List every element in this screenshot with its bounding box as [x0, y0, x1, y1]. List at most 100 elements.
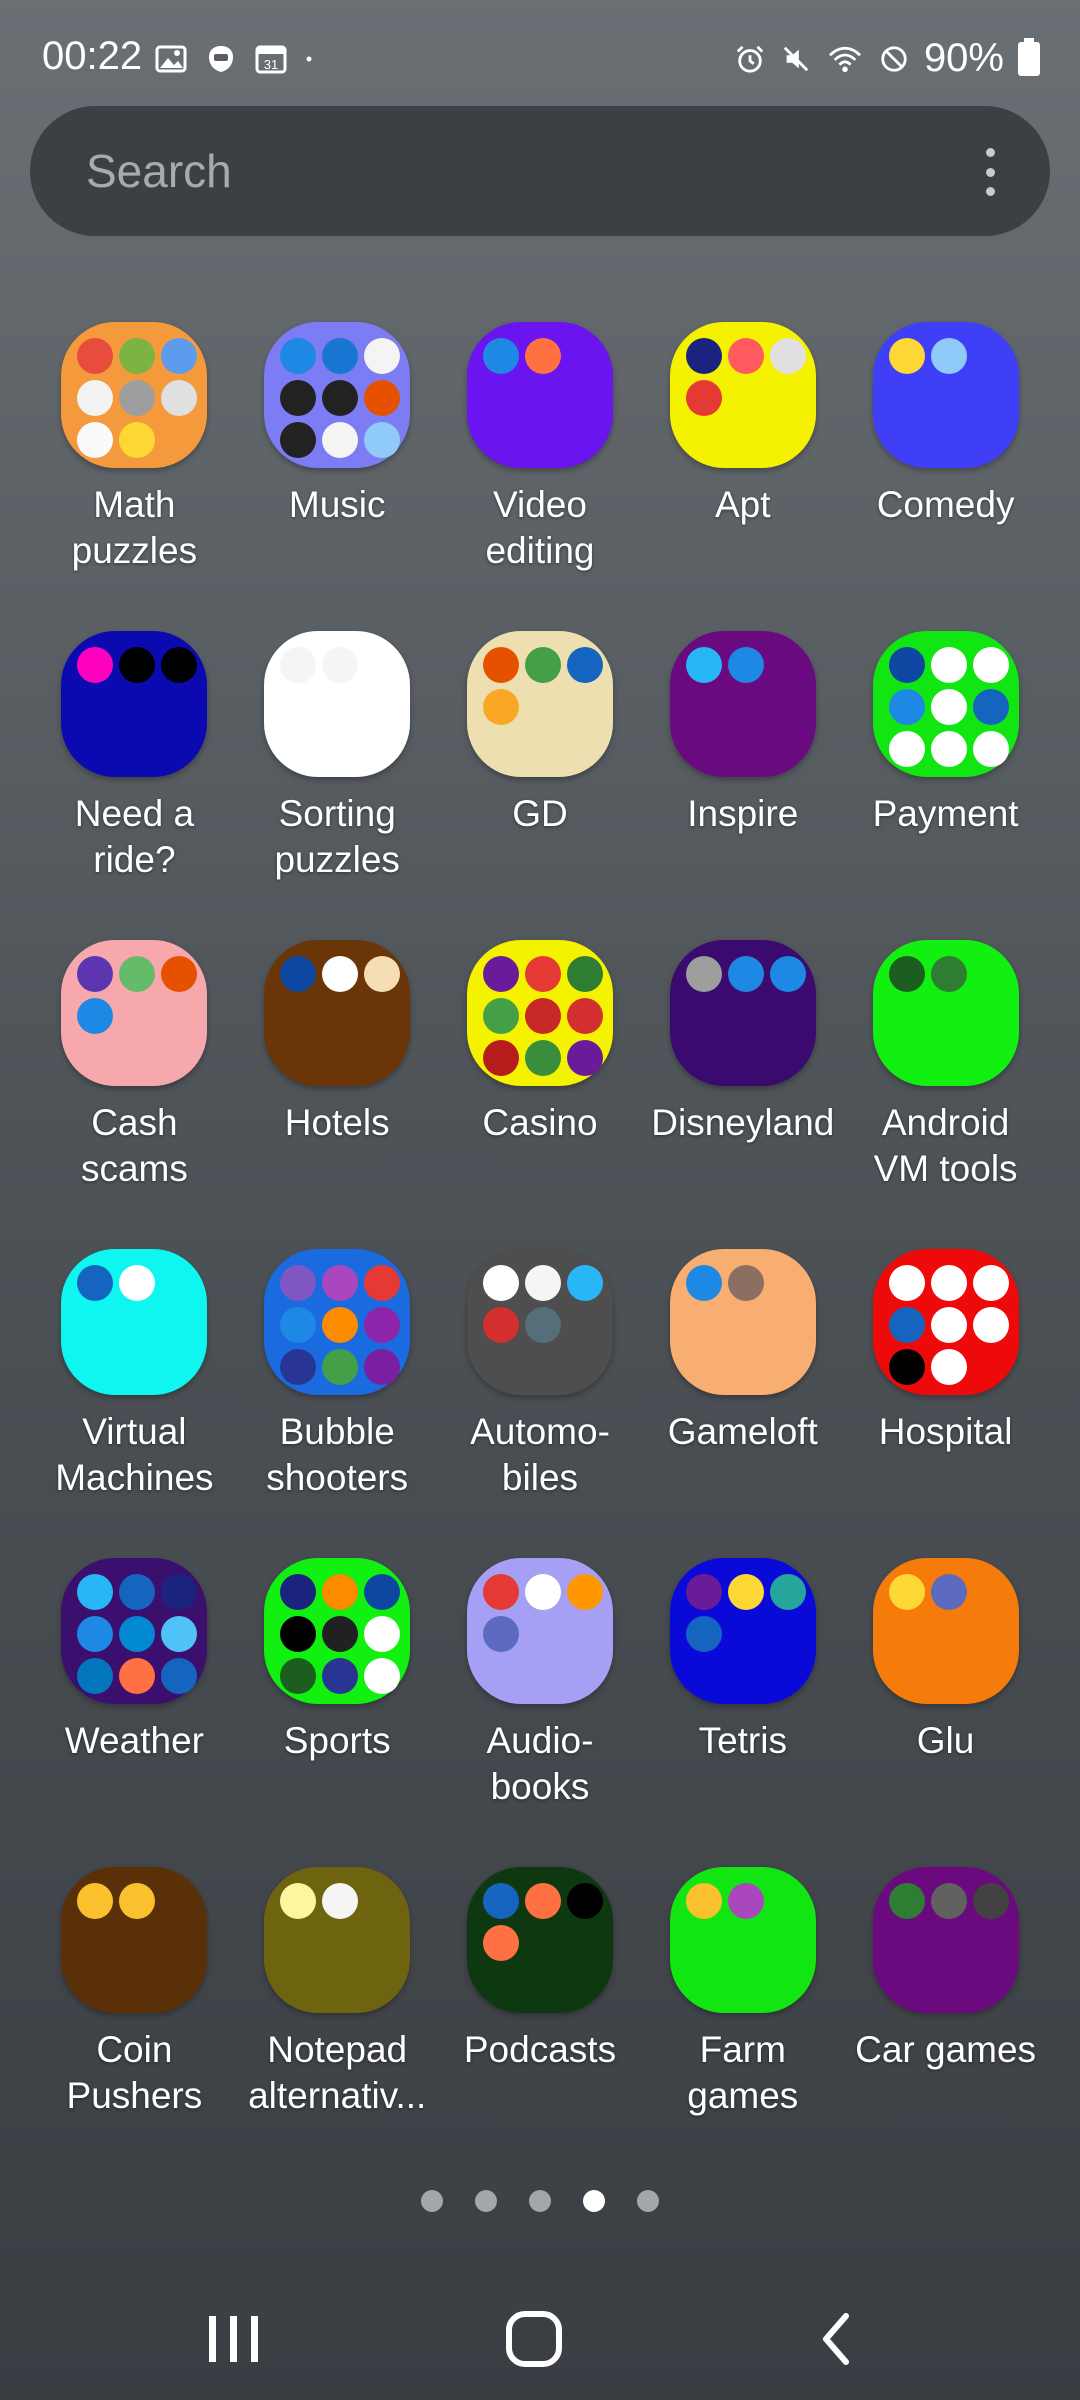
folder-icon[interactable] [466, 1867, 613, 2013]
folder-item[interactable]: Podcasts [439, 1867, 642, 2176]
app-thumbnail-icon [322, 1658, 359, 1694]
folder-icon[interactable] [669, 322, 816, 468]
page-dot[interactable] [637, 2190, 659, 2212]
folder-item[interactable]: Disneyland [641, 940, 844, 1249]
folder-icon[interactable] [466, 1558, 613, 1704]
page-dot-active[interactable] [583, 2190, 605, 2212]
folder-icon[interactable] [61, 322, 208, 468]
app-thumbnail-icon [482, 998, 519, 1034]
folder-icon[interactable] [264, 1558, 411, 1704]
folder-icon[interactable] [466, 322, 613, 468]
folder-item[interactable]: Automo- biles [439, 1249, 642, 1558]
folder-item[interactable]: Notepad alternativ... [236, 1867, 439, 2176]
folder-label: Virtual Machines [55, 1411, 214, 1498]
folder-item[interactable]: Apt [641, 322, 844, 631]
folder-icon[interactable] [669, 1558, 816, 1704]
folder-item[interactable]: Coin Pushers [33, 1867, 236, 2176]
page-dot[interactable] [475, 2190, 497, 2212]
back-icon[interactable] [800, 2304, 880, 2374]
folder-item[interactable]: Sorting puzzles [236, 631, 439, 940]
folder-label: Inspire [687, 793, 799, 834]
folder-item[interactable]: Audio- books [439, 1558, 642, 1867]
folder-icon[interactable] [872, 631, 1019, 777]
folder-label: Android VM tools [873, 1102, 1018, 1189]
folder-label: Coin Pushers [66, 2029, 203, 2116]
folder-item[interactable]: Gameloft [641, 1249, 844, 1558]
folder-item[interactable]: Sports [236, 1558, 439, 1867]
more-options-icon[interactable] [984, 148, 996, 196]
app-thumbnail-icon [888, 956, 925, 992]
folder-item[interactable]: Need a ride? [33, 631, 236, 940]
search-bar[interactable] [30, 106, 1050, 236]
app-thumbnail-icon [119, 956, 156, 992]
folder-item[interactable]: Casino [439, 940, 642, 1249]
app-thumbnail-icon [566, 1040, 603, 1076]
folder-item[interactable]: Cash scams [33, 940, 236, 1249]
recent-apps-icon[interactable] [193, 2304, 273, 2374]
folder-icon[interactable] [61, 1249, 208, 1395]
folder-item[interactable]: Math puzzles [33, 322, 236, 631]
app-thumbnail-icon [364, 1616, 401, 1652]
folder-icon[interactable] [264, 940, 411, 1086]
app-thumbnail-icon [364, 1265, 401, 1301]
folder-item[interactable]: Music [236, 322, 439, 631]
folder-item[interactable]: Video editing [439, 322, 642, 631]
folder-icon[interactable] [264, 1867, 411, 2013]
folder-icon[interactable] [872, 940, 1019, 1086]
app-thumbnail-icon [119, 1574, 156, 1610]
folder-item[interactable]: Glu [844, 1558, 1047, 1867]
folder-icon[interactable] [669, 1867, 816, 2013]
app-thumbnail-icon [161, 1658, 198, 1694]
folder-icon[interactable] [669, 940, 816, 1086]
folder-item[interactable]: Weather [33, 1558, 236, 1867]
folder-item[interactable]: Hotels [236, 940, 439, 1249]
page-dot[interactable] [421, 2190, 443, 2212]
folder-item[interactable]: Comedy [844, 322, 1047, 631]
folder-icon[interactable] [872, 1867, 1019, 2013]
page-indicator[interactable] [0, 2190, 1080, 2212]
app-thumbnail-icon [280, 1658, 317, 1694]
folder-item[interactable]: Tetris [641, 1558, 844, 1867]
folder-icon[interactable] [669, 631, 816, 777]
page-dot[interactable] [529, 2190, 551, 2212]
folder-icon[interactable] [466, 940, 613, 1086]
folder-label: Hospital [878, 1411, 1013, 1452]
folder-item[interactable]: Inspire [641, 631, 844, 940]
folder-label: Farm games [687, 2029, 799, 2116]
folder-icon[interactable] [61, 1867, 208, 2013]
folder-item[interactable]: Farm games [641, 1867, 844, 2176]
folder-label: Car games [855, 2029, 1037, 2070]
folder-icon[interactable] [872, 322, 1019, 468]
folder-item[interactable]: Payment [844, 631, 1047, 940]
folder-icon[interactable] [669, 1249, 816, 1395]
app-thumbnail-icon [364, 338, 401, 374]
folder-icon[interactable] [264, 1249, 411, 1395]
app-thumbnail-icon [482, 1616, 519, 1652]
folder-label: Disneyland [651, 1102, 835, 1143]
folder-label: Audio- books [486, 1720, 594, 1807]
folder-icon[interactable] [872, 1249, 1019, 1395]
app-thumbnail-icon [322, 422, 359, 458]
app-thumbnail-icon [930, 1574, 967, 1610]
status-time: 00:22 [42, 34, 143, 78]
folder-item[interactable]: Bubble shooters [236, 1249, 439, 1558]
folder-icon[interactable] [61, 631, 208, 777]
folder-item[interactable]: Car games [844, 1867, 1047, 2176]
folder-icon[interactable] [264, 322, 411, 468]
battery-icon [1018, 37, 1040, 76]
folder-icon[interactable] [872, 1558, 1019, 1704]
folder-item[interactable]: Virtual Machines [33, 1249, 236, 1558]
app-thumbnail-icon [566, 1265, 603, 1301]
folder-item[interactable]: Android VM tools [844, 940, 1047, 1249]
app-thumbnail-icon [524, 647, 561, 683]
folder-icon[interactable] [61, 940, 208, 1086]
folder-icon[interactable] [466, 631, 613, 777]
folder-icon[interactable] [264, 631, 411, 777]
folder-icon[interactable] [61, 1558, 208, 1704]
folder-icon[interactable] [466, 1249, 613, 1395]
home-icon[interactable] [495, 2304, 575, 2374]
app-thumbnail-icon [280, 1265, 317, 1301]
folder-item[interactable]: Hospital [844, 1249, 1047, 1558]
folder-item[interactable]: GD [439, 631, 642, 940]
search-input[interactable] [84, 142, 908, 200]
